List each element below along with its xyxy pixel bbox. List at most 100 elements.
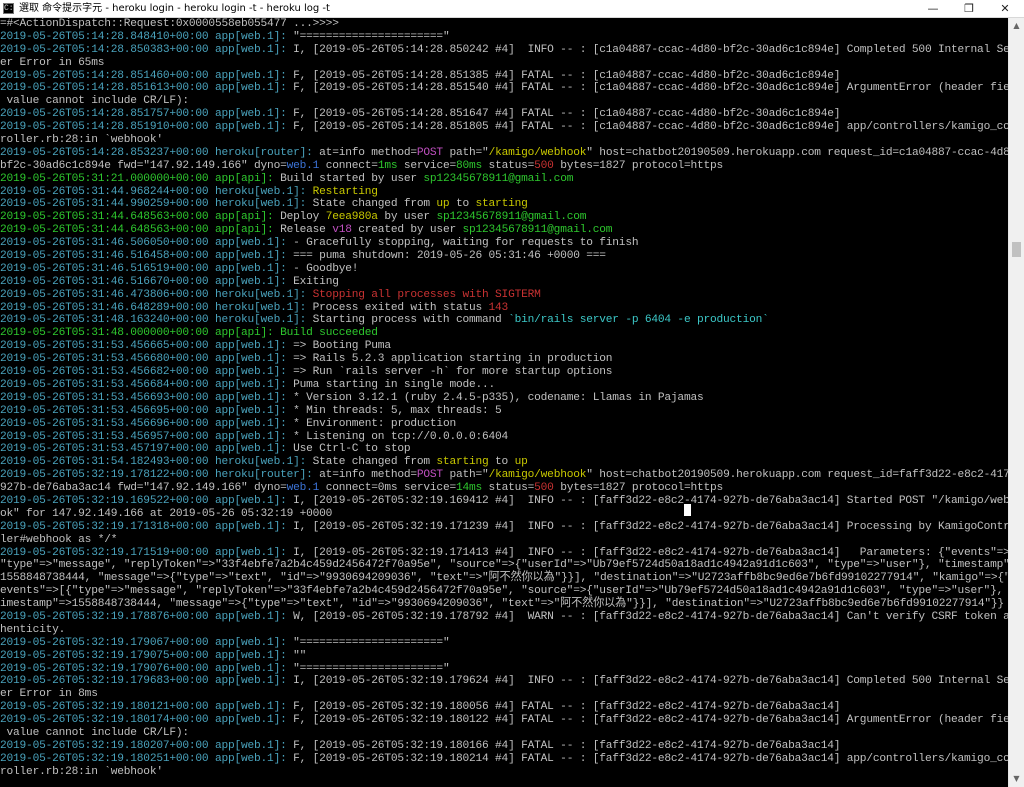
scrollbar-thumb[interactable] xyxy=(1012,242,1021,257)
log-line: value cannot include CR/LF): xyxy=(0,727,1008,740)
log-segment: "======================" xyxy=(293,662,450,675)
log-segment: State changed from xyxy=(312,456,437,469)
log-segment: bf2c-30ad6c1c894e fwd="147.92.149.166" d… xyxy=(0,159,287,172)
log-segment: I, [2019-05-26T05:32:19.179624 #4] INFO … xyxy=(293,675,1008,688)
log-line: 2019-05-26T05:31:54.182493+00:00 heroku[… xyxy=(0,456,1008,469)
log-segment: er Error in 65ms xyxy=(0,56,105,69)
log-segment: 143 xyxy=(488,301,509,314)
log-line: 2019-05-26T05:32:19.180207+00:00 app[web… xyxy=(0,740,1008,753)
log-line: 2019-05-26T05:14:28.850383+00:00 app[web… xyxy=(0,44,1008,57)
log-segment: events"=>[{"type"=>"message", "replyToke… xyxy=(0,585,1008,598)
log-line: 2019-05-26T05:31:21.000000+00:00 app[api… xyxy=(0,173,1008,186)
log-segment: => Run `rails server -h` for more startu… xyxy=(293,366,613,379)
log-segment: 500 xyxy=(534,482,554,495)
log-segment: web.1 xyxy=(286,482,320,495)
log-segment: 80ms xyxy=(455,159,483,172)
log-segment: "======================" xyxy=(293,636,450,649)
log-segment: " host=chatbot20190509.herokuapp.com req… xyxy=(586,469,1008,482)
log-line: "type"=>"message", "replyToken"=>"33f4eb… xyxy=(0,559,1008,572)
log-line: 2019-05-26T05:14:28.851460+00:00 app[web… xyxy=(0,70,1008,83)
log-segment: 2019-05-26T05:14:28.850383+00:00 app[web… xyxy=(0,43,294,56)
log-line: 2019-05-26T05:31:46.648289+00:00 heroku[… xyxy=(0,302,1008,315)
vertical-scrollbar[interactable]: ▲ ▼ xyxy=(1008,18,1024,787)
log-segment: === puma shutdown: 2019-05-26 05:31:46 +… xyxy=(293,250,606,263)
log-line: 2019-05-26T05:31:53.456665+00:00 app[web… xyxy=(0,340,1008,353)
log-segment: Use Ctrl-C to stop xyxy=(293,443,411,456)
log-segment: 2019-05-26T05:31:44.990259+00:00 heroku[… xyxy=(0,198,313,211)
log-segment: Build succeeded xyxy=(280,327,378,340)
log-segment: 2019-05-26T05:32:19.179683+00:00 app[web… xyxy=(0,675,294,688)
log-line: 2019-05-26T05:32:19.179067+00:00 app[web… xyxy=(0,637,1008,650)
log-segment: 2019-05-26T05:32:19.180121+00:00 app[web… xyxy=(0,701,294,714)
log-segment: => Rails 5.2.3 application starting in p… xyxy=(293,353,613,366)
log-line: 927b-de76aba3ac14 fwd="147.92.149.166" d… xyxy=(0,482,1008,495)
close-button[interactable]: ✕ xyxy=(987,0,1023,17)
log-line: er Error in 8ms xyxy=(0,688,1008,701)
log-line: 2019-05-26T05:32:19.179076+00:00 app[web… xyxy=(0,663,1008,676)
window-title: 選取 命令提示字元 - heroku login - heroku login … xyxy=(19,3,330,14)
minimize-button[interactable]: — xyxy=(915,0,951,17)
log-segment: 2019-05-26T05:31:53.456665+00:00 app[web… xyxy=(0,340,294,353)
log-segment: Release xyxy=(280,224,333,237)
log-segment: I, [2019-05-26T05:32:19.171239 #4] INFO … xyxy=(293,520,1008,533)
log-segment: Starting process with command xyxy=(312,314,509,327)
log-line: 2019-05-26T05:31:48.163240+00:00 heroku[… xyxy=(0,314,1008,327)
log-line: 2019-05-26T05:31:44.648563+00:00 app[api… xyxy=(0,224,1008,237)
log-line: 2019-05-26T05:31:53.456695+00:00 app[web… xyxy=(0,405,1008,418)
log-segment: 2019-05-26T05:31:48.163240+00:00 heroku[… xyxy=(0,314,313,327)
log-line: 2019-05-26T05:31:53.456684+00:00 app[web… xyxy=(0,379,1008,392)
log-line: 2019-05-26T05:14:28.851613+00:00 app[web… xyxy=(0,82,1008,95)
log-line: 2019-05-26T05:31:46.473806+00:00 heroku[… xyxy=(0,289,1008,302)
log-line: 2019-05-26T05:31:46.506050+00:00 app[web… xyxy=(0,237,1008,250)
log-segment: 2019-05-26T05:31:48.000000+00:00 app[api… xyxy=(0,327,281,340)
log-segment: State changed from xyxy=(312,198,437,211)
log-segment: F, [2019-05-26T05:14:28.851647 #4] FATAL… xyxy=(293,108,841,121)
log-segment: ok" for 147.92.149.166 at 2019-05-26 05:… xyxy=(0,507,333,520)
log-line: 2019-05-26T05:32:19.180251+00:00 app[web… xyxy=(0,753,1008,766)
scroll-down-icon[interactable]: ▼ xyxy=(1009,771,1024,787)
log-segment: * Environment: production xyxy=(293,417,456,430)
log-segment: F, [2019-05-26T05:32:19.180214 #4] FATAL… xyxy=(293,752,1008,765)
log-segment: 2019-05-26T05:31:53.456684+00:00 app[web… xyxy=(0,378,294,391)
log-segment: 2019-05-26T05:31:21.000000+00:00 app[api… xyxy=(0,172,281,185)
log-segment: imestamp"=>1558848738444, "message"=>{"t… xyxy=(0,598,1004,611)
log-line: roller.rb:28:in `webhook' xyxy=(0,766,1008,779)
log-segment: 2019-05-26T05:14:28.851460+00:00 app[web… xyxy=(0,69,294,82)
maximize-button[interactable]: ❐ xyxy=(951,0,987,17)
log-segment: 2019-05-26T05:31:53.456682+00:00 app[web… xyxy=(0,366,294,379)
log-segment: 2019-05-26T05:32:19.180251+00:00 app[web… xyxy=(0,752,294,765)
log-segment: at=info method= xyxy=(319,469,417,482)
log-line: =#<ActionDispatch::Request:0x0000558eb05… xyxy=(0,18,1008,31)
log-segment: 2019-05-26T05:31:46.506050+00:00 app[web… xyxy=(0,237,294,250)
log-segment: starting xyxy=(436,456,489,469)
log-line: 2019-05-26T05:31:46.516670+00:00 app[web… xyxy=(0,276,1008,289)
log-line: events"=>[{"type"=>"message", "replyToke… xyxy=(0,585,1008,598)
console-output[interactable]: =#<ActionDispatch::Request:0x0000558eb05… xyxy=(0,18,1008,787)
log-line: 2019-05-26T05:14:28.851757+00:00 app[web… xyxy=(0,108,1008,121)
log-segment: =#<ActionDispatch::Request:0x0000558eb05… xyxy=(0,18,339,30)
log-segment: 2019-05-26T05:32:19.179076+00:00 app[web… xyxy=(0,662,294,675)
log-segment: 2019-05-26T05:31:53.456957+00:00 app[web… xyxy=(0,430,294,443)
log-segment: up xyxy=(436,198,450,211)
window-titlebar[interactable]: C:\ 選取 命令提示字元 - heroku login - heroku lo… xyxy=(0,0,1024,18)
log-segment: status= xyxy=(482,159,535,172)
log-segment: bytes=1827 protocol=https xyxy=(553,482,724,495)
log-segment: service= xyxy=(397,159,456,172)
log-segment: path=" xyxy=(442,469,489,482)
log-segment: "======================" xyxy=(293,30,450,43)
log-segment: 927b-de76aba3ac14 fwd="147.92.149.166" d… xyxy=(0,482,287,495)
log-segment: 2019-05-26T05:32:19.169522+00:00 app[web… xyxy=(0,494,294,507)
log-segment: to xyxy=(488,456,515,469)
log-segment: 500 xyxy=(534,159,554,172)
log-segment: 2019-05-26T05:31:46.473806+00:00 heroku[… xyxy=(0,288,313,301)
scroll-up-icon[interactable]: ▲ xyxy=(1009,18,1024,34)
log-segment: starting xyxy=(475,198,528,211)
log-segment: 2019-05-26T05:32:19.178122+00:00 heroku[… xyxy=(0,469,320,482)
log-segment: `bin/rails server -p 6404 -e production` xyxy=(508,314,769,327)
log-segment: 1ms xyxy=(377,159,398,172)
log-line: 2019-05-26T05:32:19.178876+00:00 app[web… xyxy=(0,611,1008,624)
log-segment: 2019-05-26T05:14:28.853237+00:00 heroku[… xyxy=(0,146,320,159)
log-segment: 2019-05-26T05:31:44.968244+00:00 heroku[… xyxy=(0,185,313,198)
log-line: 2019-05-26T05:31:44.648563+00:00 app[api… xyxy=(0,211,1008,224)
log-segment: created by user xyxy=(351,224,463,237)
